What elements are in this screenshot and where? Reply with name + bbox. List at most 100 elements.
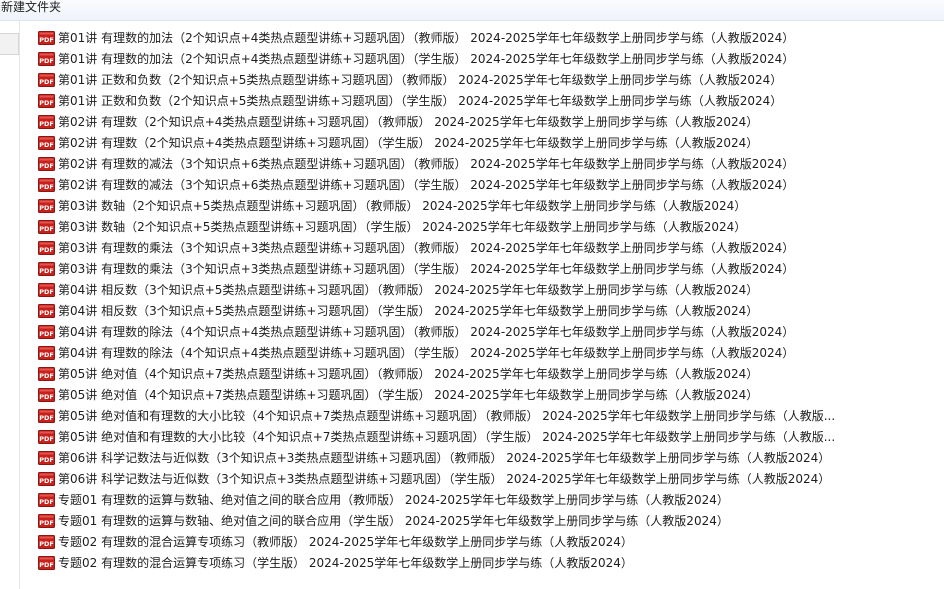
- file-name: 专题01 有理数的运算与数轴、绝对值之间的联合应用（学生版） 2024-2025…: [58, 514, 729, 528]
- file-name: 第05讲 绝对值和有理数的大小比较（4个知识点+7类热点题型讲练+习题巩固）（学…: [58, 430, 836, 444]
- pdf-icon: PDF: [38, 52, 55, 66]
- pdf-icon: PDF: [38, 493, 55, 507]
- svg-text:PDF: PDF: [39, 519, 54, 527]
- file-name: 第05讲 绝对值（4个知识点+7类热点题型讲练+习题巩固）（教师版） 2024-…: [58, 367, 759, 381]
- svg-text:PDF: PDF: [39, 57, 54, 65]
- file-item[interactable]: PDF 第03讲 有理数的乘法（3个知识点+3类热点题型讲练+习题巩固）（教师版…: [38, 238, 794, 258]
- pdf-icon: PDF: [38, 325, 55, 339]
- navigation-pane: [0, 21, 20, 589]
- pdf-icon: PDF: [38, 472, 55, 486]
- file-list: PDF 第01讲 有理数的加法（2个知识点+4类热点题型讲练+习题巩固）（教师版…: [38, 28, 938, 578]
- file-name: 第03讲 数轴（2个知识点+5类热点题型讲练+习题巩固）（学生版） 2024-2…: [58, 220, 747, 234]
- svg-text:PDF: PDF: [39, 246, 54, 254]
- svg-text:PDF: PDF: [39, 120, 54, 128]
- pdf-icon: PDF: [38, 367, 55, 381]
- svg-text:PDF: PDF: [39, 435, 54, 443]
- file-name: 第01讲 正数和负数（2个知识点+5类热点题型讲练+习题巩固）（学生版） 202…: [58, 94, 783, 108]
- file-name: 第01讲 有理数的加法（2个知识点+4类热点题型讲练+习题巩固）（学生版） 20…: [58, 52, 795, 66]
- file-item[interactable]: PDF 第01讲 正数和负数（2个知识点+5类热点题型讲练+习题巩固）（学生版）…: [38, 91, 782, 111]
- svg-text:PDF: PDF: [39, 372, 54, 380]
- svg-text:PDF: PDF: [39, 330, 54, 338]
- file-name: 第01讲 有理数的加法（2个知识点+4类热点题型讲练+习题巩固）（教师版） 20…: [58, 31, 795, 45]
- svg-text:PDF: PDF: [39, 498, 54, 506]
- pdf-icon: PDF: [38, 94, 55, 108]
- file-name: 第04讲 有理数的除法（4个知识点+4类热点题型讲练+习题巩固）（教师版） 20…: [58, 325, 795, 339]
- file-name: 第02讲 有理数（2个知识点+4类热点题型讲练+习题巩固）（教师版） 2024-…: [58, 115, 759, 129]
- svg-text:PDF: PDF: [39, 309, 54, 317]
- file-name: 第01讲 正数和负数（2个知识点+5类热点题型讲练+习题巩固）（教师版） 202…: [58, 73, 783, 87]
- pdf-icon: PDF: [38, 262, 55, 276]
- file-item[interactable]: PDF 第04讲 相反数（3个知识点+5类热点题型讲练+习题巩固）（教师版） 2…: [38, 280, 758, 300]
- file-item[interactable]: PDF 第02讲 有理数（2个知识点+4类热点题型讲练+习题巩固）（学生版） 2…: [38, 133, 758, 153]
- pdf-icon: PDF: [38, 220, 55, 234]
- toolbar: 新建文件夹: [0, 0, 944, 21]
- file-name: 第02讲 有理数的减法（3个知识点+6类热点题型讲练+习题巩固）（教师版） 20…: [58, 157, 795, 171]
- file-name: 第05讲 绝对值（4个知识点+7类热点题型讲练+习题巩固）（学生版） 2024-…: [58, 388, 759, 402]
- svg-text:PDF: PDF: [39, 267, 54, 275]
- pdf-icon: PDF: [38, 241, 55, 255]
- pdf-icon: PDF: [38, 73, 55, 87]
- pdf-icon: PDF: [38, 388, 55, 402]
- file-item[interactable]: PDF 第05讲 绝对值（4个知识点+7类热点题型讲练+习题巩固）（学生版） 2…: [38, 385, 758, 405]
- pdf-icon: PDF: [38, 451, 55, 465]
- pdf-icon: PDF: [38, 283, 55, 297]
- file-item[interactable]: PDF 专题01 有理数的运算与数轴、绝对值之间的联合应用（教师版） 2024-…: [38, 490, 729, 510]
- svg-text:PDF: PDF: [39, 477, 54, 485]
- svg-text:PDF: PDF: [39, 162, 54, 170]
- file-item[interactable]: PDF 第03讲 数轴（2个知识点+5类热点题型讲练+习题巩固）（学生版） 20…: [38, 217, 746, 237]
- svg-text:PDF: PDF: [39, 225, 54, 233]
- file-item[interactable]: PDF 第04讲 有理数的除法（4个知识点+4类热点题型讲练+习题巩固）（学生版…: [38, 343, 794, 363]
- svg-text:PDF: PDF: [39, 204, 54, 212]
- file-name: 第02讲 有理数（2个知识点+4类热点题型讲练+习题巩固）（学生版） 2024-…: [58, 136, 759, 150]
- svg-text:PDF: PDF: [39, 540, 54, 548]
- svg-text:PDF: PDF: [39, 99, 54, 107]
- file-name: 专题02 有理数的混合运算专项练习（教师版） 2024-2025学年七年级数学上…: [58, 535, 633, 549]
- svg-text:PDF: PDF: [39, 393, 54, 401]
- file-name: 第03讲 有理数的乘法（3个知识点+3类热点题型讲练+习题巩固）（教师版） 20…: [58, 241, 795, 255]
- svg-text:PDF: PDF: [39, 141, 54, 149]
- svg-text:PDF: PDF: [39, 36, 54, 44]
- file-item[interactable]: PDF 专题02 有理数的混合运算专项练习（教师版） 2024-2025学年七年…: [38, 532, 633, 552]
- file-item[interactable]: PDF 第02讲 有理数的减法（3个知识点+6类热点题型讲练+习题巩固）（教师版…: [38, 154, 794, 174]
- pdf-icon: PDF: [38, 199, 55, 213]
- file-item[interactable]: PDF 第02讲 有理数（2个知识点+4类热点题型讲练+习题巩固）（教师版） 2…: [38, 112, 758, 132]
- svg-text:PDF: PDF: [39, 561, 54, 569]
- file-item[interactable]: PDF 第03讲 数轴（2个知识点+5类热点题型讲练+习题巩固）（教师版） 20…: [38, 196, 746, 216]
- file-item[interactable]: PDF 专题01 有理数的运算与数轴、绝对值之间的联合应用（学生版） 2024-…: [38, 511, 729, 531]
- file-item[interactable]: PDF 第05讲 绝对值（4个知识点+7类热点题型讲练+习题巩固）（教师版） 2…: [38, 364, 758, 384]
- svg-text:PDF: PDF: [39, 456, 54, 464]
- file-item[interactable]: PDF 第06讲 科学记数法与近似数（3个知识点+3类热点题型讲练+习题巩固）（…: [38, 469, 830, 489]
- file-item[interactable]: PDF 第01讲 有理数的加法（2个知识点+4类热点题型讲练+习题巩固）（教师版…: [38, 28, 794, 48]
- file-item[interactable]: PDF 第01讲 正数和负数（2个知识点+5类热点题型讲练+习题巩固）（教师版）…: [38, 70, 782, 90]
- file-name: 专题01 有理数的运算与数轴、绝对值之间的联合应用（教师版） 2024-2025…: [58, 493, 729, 507]
- navigation-pane-item[interactable]: [0, 33, 19, 55]
- file-item[interactable]: PDF 第04讲 有理数的除法（4个知识点+4类热点题型讲练+习题巩固）（教师版…: [38, 322, 794, 342]
- file-item[interactable]: PDF 第05讲 绝对值和有理数的大小比较（4个知识点+7类热点题型讲练+习题巩…: [38, 427, 835, 447]
- file-name: 第06讲 科学记数法与近似数（3个知识点+3类热点题型讲练+习题巩固）（学生版）…: [58, 472, 831, 486]
- file-name: 第04讲 有理数的除法（4个知识点+4类热点题型讲练+习题巩固）（学生版） 20…: [58, 346, 795, 360]
- file-name: 第05讲 绝对值和有理数的大小比较（4个知识点+7类热点题型讲练+习题巩固）（教…: [58, 409, 836, 423]
- pdf-icon: PDF: [38, 556, 55, 570]
- new-folder-button[interactable]: 新建文件夹: [0, 0, 65, 19]
- file-item[interactable]: PDF 第02讲 有理数的减法（3个知识点+6类热点题型讲练+习题巩固）（学生版…: [38, 175, 794, 195]
- file-name: 专题02 有理数的混合运算专项练习（学生版） 2024-2025学年七年级数学上…: [58, 556, 633, 570]
- file-item[interactable]: PDF 第04讲 相反数（3个知识点+5类热点题型讲练+习题巩固）（学生版） 2…: [38, 301, 758, 321]
- pdf-icon: PDF: [38, 115, 55, 129]
- file-name: 第04讲 相反数（3个知识点+5类热点题型讲练+习题巩固）（学生版） 2024-…: [58, 304, 759, 318]
- file-item[interactable]: PDF 第05讲 绝对值和有理数的大小比较（4个知识点+7类热点题型讲练+习题巩…: [38, 406, 835, 426]
- file-item[interactable]: PDF 专题02 有理数的混合运算专项练习（学生版） 2024-2025学年七年…: [38, 553, 633, 573]
- file-name: 第02讲 有理数的减法（3个知识点+6类热点题型讲练+习题巩固）（学生版） 20…: [58, 178, 795, 192]
- pdf-icon: PDF: [38, 304, 55, 318]
- file-name: 第03讲 数轴（2个知识点+5类热点题型讲练+习题巩固）（教师版） 2024-2…: [58, 199, 747, 213]
- file-name: 第06讲 科学记数法与近似数（3个知识点+3类热点题型讲练+习题巩固）（教师版）…: [58, 451, 831, 465]
- file-item[interactable]: PDF 第06讲 科学记数法与近似数（3个知识点+3类热点题型讲练+习题巩固）（…: [38, 448, 830, 468]
- svg-text:PDF: PDF: [39, 351, 54, 359]
- pdf-icon: PDF: [38, 346, 55, 360]
- file-item[interactable]: PDF 第03讲 有理数的乘法（3个知识点+3类热点题型讲练+习题巩固）（学生版…: [38, 259, 794, 279]
- pdf-icon: PDF: [38, 535, 55, 549]
- pdf-icon: PDF: [38, 409, 55, 423]
- pdf-icon: PDF: [38, 514, 55, 528]
- pdf-icon: PDF: [38, 178, 55, 192]
- file-item[interactable]: PDF 第01讲 有理数的加法（2个知识点+4类热点题型讲练+习题巩固）（学生版…: [38, 49, 794, 69]
- pdf-icon: PDF: [38, 430, 55, 444]
